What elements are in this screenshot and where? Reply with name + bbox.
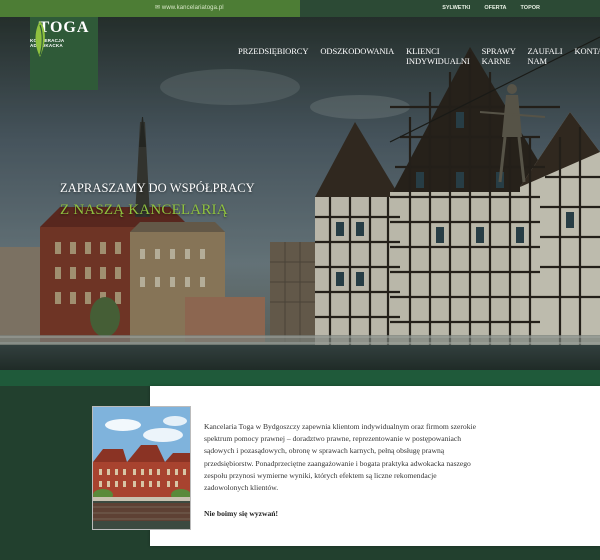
topbar-link-1[interactable]: SYLWETKI	[442, 5, 470, 11]
nav-item-odszkodowania[interactable]: ODSZKODOWANIA	[314, 46, 400, 66]
nav-item-kontakt[interactable]: KONTAKT	[569, 46, 600, 66]
nav-item-klienci-indywidualni[interactable]: KLIENCI INDYWIDUALNI	[400, 46, 475, 66]
top-utility-bar: ✉ www.kancelariatoga.pl SYLWETKI OFERTA …	[0, 0, 600, 17]
leaf-logo-icon	[35, 21, 45, 57]
nav-item-przedsiebiorcy[interactable]: PRZEDSIĘBIORCY	[232, 46, 314, 66]
intro-paragraph: Kancelaria Toga w Bydgoszczy zapewnia kl…	[204, 422, 476, 493]
main-navigation: PRZEDSIĘBIORCY ODSZKODOWANIA KLIENCI IND…	[232, 46, 600, 66]
topbar-link-3[interactable]: TOPOR	[521, 5, 540, 11]
topbar-link-2[interactable]: OFERTA	[484, 5, 506, 11]
topbar-links: SYLWETKI OFERTA TOPOR	[442, 5, 540, 11]
nav-item-sprawy-karne[interactable]: SPRAWY KARNE	[476, 46, 522, 66]
building-photo-image	[93, 407, 190, 529]
topbar-left-panel	[0, 0, 300, 17]
hero-subheading: Z NASZĄ KANCELARIĄ	[60, 202, 228, 218]
intro-tagline: Nie boimy się wyzwań!	[204, 509, 279, 518]
nav-item-zaufali-nam[interactable]: ZAUFALI NAM	[521, 46, 568, 66]
hero-banner: TOGA KOOPERACJA ADWOKACKA PRZEDSIĘBIORCY…	[0, 17, 600, 370]
logo[interactable]: TOGA KOOPERACJA ADWOKACKA	[30, 17, 98, 90]
hero-bottom-band	[0, 370, 600, 386]
topbar-website-link[interactable]: ✉ www.kancelariatoga.pl	[155, 4, 224, 11]
hero-heading: ZAPRASZAMY DO WSPÓŁPRACY	[60, 181, 255, 195]
office-building-photo	[92, 406, 191, 530]
